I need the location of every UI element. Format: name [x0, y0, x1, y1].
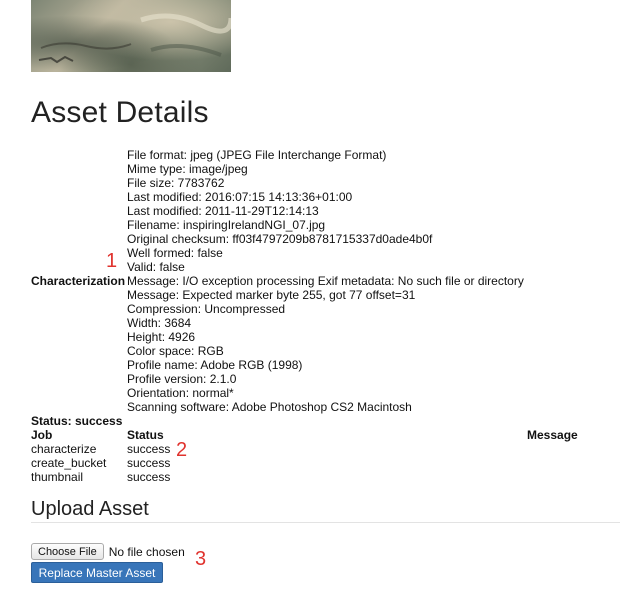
char-line: File format: jpeg (JPEG File Interchange…: [127, 148, 387, 162]
char-line: Color space: RGB: [127, 344, 224, 358]
file-picker: Choose File No file chosen: [31, 543, 185, 560]
annotation-marker-2: 2: [176, 439, 188, 461]
char-line: Height: 4926: [127, 330, 196, 344]
char-line: Orientation: normal*: [127, 386, 234, 400]
char-line: Well formed: false: [127, 246, 223, 260]
char-line: Last modified: 2011-11-29T12:14:13: [127, 204, 319, 218]
upload-section-title: Upload Asset: [31, 498, 149, 520]
table-row: create_bucket success: [31, 456, 601, 470]
char-line: File size: 7783762: [127, 176, 225, 190]
jobs-header-row: Job Status Message: [31, 428, 601, 442]
section-divider: [31, 522, 620, 523]
job-status: success: [127, 442, 171, 456]
thumbnail-artwork: [38, 13, 231, 64]
asset-page: Asset Details Characterization File form…: [0, 0, 620, 616]
annotation-marker-1: 1: [106, 250, 118, 272]
table-row: characterize success: [31, 442, 601, 456]
job-name: thumbnail: [31, 470, 84, 484]
jobs-header-job: Job: [31, 428, 53, 442]
char-line: Width: 3684: [127, 316, 192, 330]
jobs-table: Job Status Message characterize success …: [31, 428, 601, 484]
char-line: Profile version: 2.1.0: [127, 372, 237, 386]
job-status: success: [127, 470, 171, 484]
file-status-text: No file chosen: [108, 544, 185, 559]
char-line: Profile name: Adobe RGB (1998): [127, 358, 303, 372]
choose-file-button[interactable]: Choose File: [31, 543, 104, 560]
jobs-header-message: Message: [527, 428, 578, 442]
page-title: Asset Details: [31, 96, 209, 129]
job-name: characterize: [31, 442, 97, 456]
status-text: Status: success: [31, 414, 123, 428]
annotation-marker-3: 3: [195, 548, 207, 570]
char-line: Compression: Uncompressed: [127, 302, 286, 316]
char-line: Mime type: image/jpeg: [127, 162, 248, 176]
characterization-values: File format: jpeg (JPEG File Interchange…: [127, 148, 524, 414]
asset-thumbnail: [31, 0, 231, 72]
replace-master-asset-button[interactable]: Replace Master Asset: [31, 562, 163, 583]
table-row: thumbnail success: [31, 470, 601, 484]
char-line: Last modified: 2016:07:15 14:13:36+01:00: [127, 190, 353, 204]
job-status: success: [127, 456, 171, 470]
char-line: Message: Expected marker byte 255, got 7…: [127, 288, 416, 302]
char-line: Message: I/O exception processing Exif m…: [127, 274, 524, 288]
characterization-label: Characterization: [31, 274, 126, 288]
char-line: Scanning software: Adobe Photoshop CS2 M…: [127, 400, 412, 414]
char-line: Original checksum: ff03f4797209b87817153…: [127, 232, 433, 246]
char-line: Valid: false: [127, 260, 185, 274]
job-name: create_bucket: [31, 456, 107, 470]
jobs-header-status: Status: [127, 428, 164, 442]
char-line: Filename: inspiringIrelandNGI_07.jpg: [127, 218, 326, 232]
